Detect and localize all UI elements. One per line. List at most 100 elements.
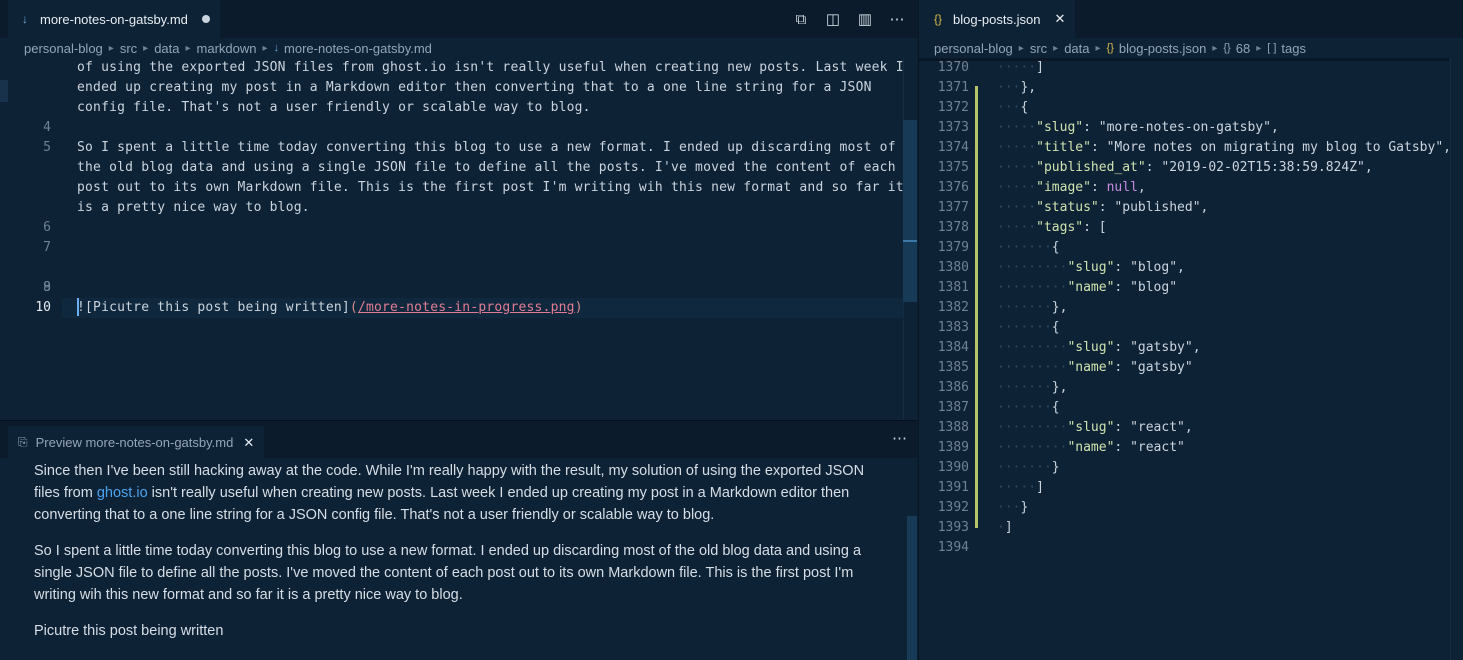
json-line[interactable]: 1376 ·····"image": null, [919,178,1449,198]
indent-guide: ······· [997,320,1052,335]
json-line[interactable]: 1388 ·········"slug": "react", [919,418,1449,438]
left-tab-bar: ↓ more-notes-on-gatsby.md ⧉ ◫ ▥ ⋯ [0,0,917,38]
json-string: "react" [1130,420,1185,435]
json-line[interactable]: 1385 ·········"name": "gatsby" [919,358,1449,378]
json-line[interactable]: 1389 ·········"name": "react" [919,438,1449,458]
image-alt-text: ![Picutre this post being written] [77,300,350,315]
json-line[interactable]: 1370 ·····] [919,58,1449,78]
editor-line[interactable]: ended up creating my post in a Markdown … [0,78,900,98]
line-number: 1375 [937,160,969,175]
breadcrumb-item[interactable]: blog-posts.json [1119,41,1206,56]
chevron-right-icon: ▸ [108,42,114,54]
json-line[interactable]: 1387 ·······{ [919,398,1449,418]
text-cursor [77,298,79,316]
editor-line[interactable]: 6 [0,218,900,238]
json-key: "tags" [1036,220,1084,235]
tab-blog-posts-json[interactable]: {} blog-posts.json ✕ [919,0,1076,38]
json-punct: , [1270,120,1279,135]
editor-line[interactable]: of using the exported JSON files from gh… [0,58,904,78]
breadcrumb-item[interactable]: more-notes-on-gatsby.md [284,41,432,56]
json-key: "name" [1067,280,1115,295]
editor-line[interactable]: 9 [0,278,900,298]
open-preview-side-icon[interactable]: ◫ [817,10,849,28]
json-line[interactable]: 1390 ·······} [919,458,1449,478]
json-editor[interactable]: 1370 ·····] 1371 ···}, 1372 ···{1373 ·····"slu… [919,58,1463,660]
json-line[interactable]: 1384 ·········"slug": "gatsby", [919,338,1449,358]
breadcrumb-item[interactable]: src [120,41,137,56]
editor-line[interactable]: config file. That's not a user friendly … [0,98,900,118]
breadcrumb-item[interactable]: personal-blog [934,41,1013,56]
editor-line[interactable]: 8 ![Picutre this post being written](/mo… [0,258,917,315]
line-text: ·····"image": null, [997,178,1146,198]
json-line[interactable]: 1372 ···{ [919,98,1449,118]
json-line[interactable]: 1382 ·······}, [919,298,1449,318]
json-line[interactable]: 1379 ·······{ [919,238,1449,258]
json-punct: , [1192,340,1201,355]
json-line[interactable]: 1374 ·····"title": "More notes on migrati… [919,138,1451,158]
close-icon[interactable]: ✕ [1054,11,1065,27]
line-number: 1390 [937,460,969,475]
breadcrumb-item[interactable]: tags [1281,41,1306,56]
json-punct: ] [1004,520,1013,535]
left-editor-group: ↓ more-notes-on-gatsby.md ⧉ ◫ ▥ ⋯ person… [0,0,917,660]
breadcrumb-item[interactable]: markdown [197,41,257,56]
indent-guide: ······· [997,240,1052,255]
json-line[interactable]: 1392 ···} [919,498,1449,518]
json-line[interactable]: 1375 ·····"published_at": "2019-02-02T15:… [919,158,1449,178]
markdown-editor[interactable]: of using the exported JSON files from gh… [0,58,917,420]
json-line[interactable]: 1393 ·] [919,518,1449,538]
line-number: 1392 [937,500,969,515]
preview-scrollbar-thumb[interactable] [907,516,917,660]
more-actions-icon[interactable]: ⋯ [892,420,907,458]
editor-line[interactable]: 4 [0,118,900,138]
json-line[interactable]: 1386 ·······}, [919,378,1449,398]
chevron-right-icon: ▸ [262,42,268,54]
cursor-position-marker [903,240,917,242]
ghost-io-link[interactable]: ghost.io [97,485,148,501]
chevron-right-icon: ▸ [143,42,149,54]
json-line[interactable]: 1378 ·····"tags": [ [919,218,1449,238]
editor-line[interactable]: 7 [0,238,900,258]
breadcrumb-item[interactable]: data [154,41,179,56]
markdown-preview: Since then I've been still hacking away … [0,458,917,660]
unsaved-dot-icon[interactable] [201,15,210,23]
more-actions-icon[interactable]: ⋯ [881,10,913,28]
line-text: ·······{ [997,398,1060,418]
breadcrumb-item[interactable]: personal-blog [24,41,103,56]
json-punct: : [1114,260,1131,275]
editor-line[interactable]: post out to its own Markdown file. This … [0,178,904,198]
line-text: ·········"name": "blog" [997,278,1177,298]
split-editor-icon[interactable]: ▥ [849,10,881,28]
json-key: "slug" [1067,420,1115,435]
json-line[interactable]: 1381 ·········"name": "blog" [919,278,1449,298]
json-line[interactable]: 1380 ·········"slug": "blog", [919,258,1449,278]
json-line[interactable]: 1383 ·······{ [919,318,1449,338]
breadcrumb-item[interactable]: src [1030,41,1047,56]
json-punct: { [1020,100,1029,115]
breadcrumb-item[interactable]: 68 [1236,41,1250,56]
json-line[interactable]: 1394 [919,538,1449,558]
breadcrumb-item[interactable]: data [1064,41,1089,56]
editor-line[interactable]: 5 So I spent a little time today converti… [0,138,900,158]
editor-scrollbar-thumb[interactable] [903,120,917,302]
json-line[interactable]: 1371 ···}, [919,78,1449,98]
open-changes-icon[interactable]: ⧉ [785,11,817,28]
image-link-url[interactable]: /more-notes-in-progress.png [358,300,575,315]
editor-line[interactable]: is a pretty nice way to blog. [0,198,900,218]
json-punct: : [1114,340,1131,355]
preview-icon: ⎘ [18,435,28,449]
json-line[interactable]: 1377 ·····"status": "published", [919,198,1449,218]
indent-guide: ··· [997,100,1021,115]
json-punct: , [1137,180,1146,195]
json-line[interactable]: 1373 ·····"slug": "more-notes-on-gatsby", [919,118,1449,138]
indent-guide: ····· [997,200,1037,215]
tab-more-notes-md[interactable]: ↓ more-notes-on-gatsby.md [8,0,220,38]
line-text: ·········"slug": "react", [997,418,1193,438]
array-icon: [ ] [1267,42,1277,54]
line-number: 1383 [937,320,969,335]
close-icon[interactable]: ✕ [243,435,254,451]
json-scrollbar[interactable] [1450,58,1463,660]
editor-line[interactable]: the old blog data and using a single JSO… [0,158,900,178]
json-line[interactable]: 1391 ·····] [919,478,1449,498]
tab-preview[interactable]: ⎘ Preview more-notes-on-gatsby.md ✕ [8,426,265,459]
